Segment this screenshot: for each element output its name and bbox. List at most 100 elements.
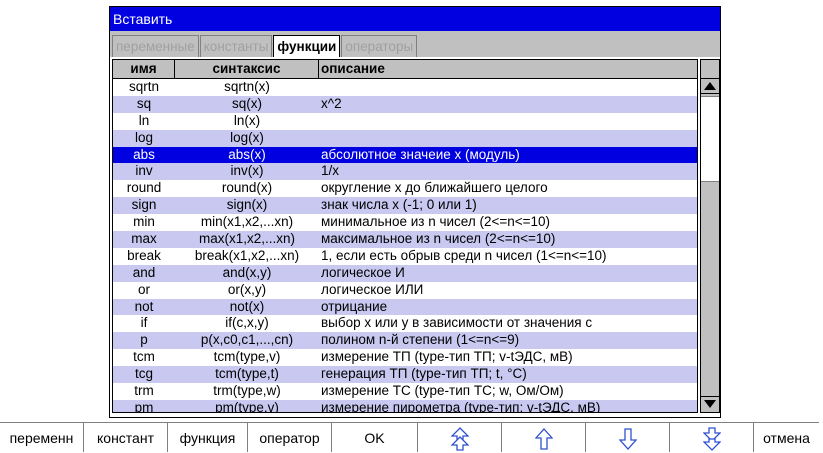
table-row[interactable]: log log(x) <box>113 129 697 147</box>
table-row[interactable]: break break(x1,x2,...xn) 1, если есть обры… <box>113 248 697 265</box>
cell-syntax: trm(type,w) <box>213 383 281 399</box>
page-up-button[interactable] <box>418 422 502 452</box>
cell-description: округление x до ближайшего целого <box>321 180 548 196</box>
table-row[interactable]: round round(x) округление x до ближайшего … <box>113 180 697 197</box>
table-header: имя синтаксис описание <box>113 60 697 79</box>
table-row[interactable]: max max(x1,x2,...xn) максимальное из n чис… <box>113 231 697 248</box>
cell-description: генерация ТП (type-тип ТП; t, °C) <box>321 366 527 382</box>
cell-description <box>319 113 697 130</box>
function-button[interactable]: функция <box>168 422 248 452</box>
triangle-up-icon <box>704 82 716 90</box>
insert-dialog: Вставить переменные константы функции оп… <box>109 6 721 418</box>
up-arrow-icon <box>534 428 553 450</box>
page-down-button[interactable] <box>670 422 754 452</box>
cell-description: измерение ТС (type-тип ТС; w, Ом/Ом) <box>321 383 564 399</box>
cell-description: логическое И <box>321 264 405 280</box>
triangle-down-icon <box>704 400 716 408</box>
table-body: sqrtn sqrtn(x) sq sq(x) x^2 ln ln(x) log log(x) a… <box>113 79 697 413</box>
tab-constants[interactable]: константы <box>199 35 273 57</box>
cell-name: if <box>140 315 148 331</box>
cell-name: log <box>134 129 153 145</box>
cell-name: pm <box>134 399 154 413</box>
cell-name: trm <box>134 383 154 399</box>
cell-name: round <box>126 180 162 196</box>
cell-syntax: abs(x) <box>228 146 266 162</box>
cell-syntax: sign(x) <box>226 197 268 213</box>
cell-description: максимальное из n чисел (2<=n<=10) <box>321 231 556 247</box>
scroll-thumb[interactable] <box>701 96 719 182</box>
table-row[interactable]: sign sign(x) знак числа x (-1; 0 или 1) <box>113 197 697 215</box>
cell-name: inv <box>135 163 153 179</box>
table-row[interactable]: tcg tcm(type,t) генерация ТП (type-тип ТП;… <box>113 366 697 384</box>
cell-name: and <box>132 264 156 280</box>
table-row[interactable]: sq sq(x) x^2 <box>113 95 697 113</box>
cancel-button[interactable]: отмена <box>754 422 819 452</box>
table-row[interactable]: abs abs(x) абсолютное значеие x (модуль) <box>113 146 697 164</box>
operator-button[interactable]: оператор <box>248 422 332 452</box>
scroll-up-button[interactable] <box>701 78 719 94</box>
cell-syntax: inv(x) <box>230 163 264 179</box>
cell-description: 1, если есть обрыв среди n чисел (1<=n<=… <box>321 247 607 263</box>
cell-description: выбор x или y в зависимости от значения … <box>321 315 593 331</box>
scroll-down-button[interactable] <box>701 396 719 412</box>
functions-table: имя синтаксис описание sqrtn sqrtn(x) sq sq… <box>112 59 698 413</box>
table-row[interactable]: min min(x1,x2,...xn) минимальное из n чисе… <box>113 214 697 231</box>
cell-description <box>319 79 697 96</box>
cell-syntax: and(x,y) <box>222 264 272 280</box>
bottom-toolbar: переменн констант функция оператор OK от… <box>0 422 823 452</box>
tab-variables[interactable]: переменные <box>112 35 199 57</box>
cell-name: ln <box>138 112 150 128</box>
cell-description <box>319 130 697 147</box>
cell-description: логическое ИЛИ <box>321 281 424 297</box>
column-header-description[interactable]: описание <box>319 60 697 78</box>
cell-name: tcg <box>134 366 153 382</box>
cell-syntax: pm(type,v) <box>215 399 279 413</box>
cell-syntax: if(c,x,y) <box>225 315 269 331</box>
vertical-scrollbar[interactable] <box>700 59 720 413</box>
cell-name: sq <box>136 95 152 111</box>
table-row[interactable]: p p(x,c0,c1,...,cn) полином n-й степени (1… <box>113 332 697 350</box>
down-arrow-icon <box>618 428 637 451</box>
cell-syntax: not(x) <box>229 298 265 314</box>
cell-description: минимальное из n чисел (2<=n<=10) <box>321 214 551 230</box>
cell-description: полином n-й степени (1<=n<=9) <box>321 332 520 348</box>
table-row[interactable]: if if(c,x,y) выбор x или y в зависимости о… <box>113 315 697 332</box>
tab-operators[interactable]: операторы <box>341 35 418 57</box>
ok-button[interactable]: OK <box>332 422 418 452</box>
table-row[interactable]: tcm tcm(type,v) измерение ТП (type-тип ТП;… <box>113 349 697 366</box>
cell-syntax: or(x,y) <box>227 281 267 297</box>
cell-description: измерение пирометра (type-тип; v-tЭДС, м… <box>321 399 601 413</box>
cell-description: измерение ТП (type-тип ТП; v-tЭДС, мВ) <box>321 349 573 365</box>
cell-syntax: round(x) <box>221 180 273 196</box>
table-row[interactable]: sqrtn sqrtn(x) <box>113 79 697 96</box>
cell-syntax: max(x1,x2,...xn) <box>198 231 296 247</box>
cell-name: p <box>140 332 148 348</box>
table-row[interactable]: inv inv(x) 1/x <box>113 163 697 181</box>
cell-description: 1/x <box>321 163 340 179</box>
constants-button[interactable]: констант <box>84 422 168 452</box>
cell-syntax: sqrtn(x) <box>224 79 270 94</box>
cell-name: tcm <box>133 349 155 365</box>
table-row[interactable]: or or(x,y) логическое ИЛИ <box>113 282 697 299</box>
cell-name: sign <box>131 197 157 213</box>
cell-syntax: tcm(type,t) <box>215 366 279 382</box>
line-up-button[interactable] <box>502 422 586 452</box>
tab-functions[interactable]: функции <box>273 35 341 57</box>
table-row[interactable]: ln ln(x) <box>113 113 697 130</box>
column-header-name[interactable]: имя <box>113 60 175 78</box>
cell-syntax: log(x) <box>230 129 264 145</box>
table-row[interactable]: trm trm(type,w) измерение ТС (type-тип ТС;… <box>113 383 697 400</box>
cell-name: min <box>133 214 155 230</box>
cell-syntax: ln(x) <box>233 112 261 128</box>
table-row[interactable]: not not(x) отрицание <box>113 298 697 316</box>
table-row[interactable]: and and(x,y) логическое И <box>113 264 697 282</box>
variables-button[interactable]: переменн <box>0 422 84 452</box>
cell-name: max <box>131 231 157 247</box>
double-down-arrow-icon <box>701 427 722 452</box>
cell-name: break <box>127 247 161 263</box>
table-row[interactable]: pm pm(type,v) измерение пирометра (type-ти… <box>113 399 697 413</box>
cell-syntax: tcm(type,v) <box>213 349 281 365</box>
line-down-button[interactable] <box>586 422 670 452</box>
column-header-syntax[interactable]: синтаксис <box>175 60 319 78</box>
cell-syntax: p(x,c0,c1,...,cn) <box>200 332 294 348</box>
